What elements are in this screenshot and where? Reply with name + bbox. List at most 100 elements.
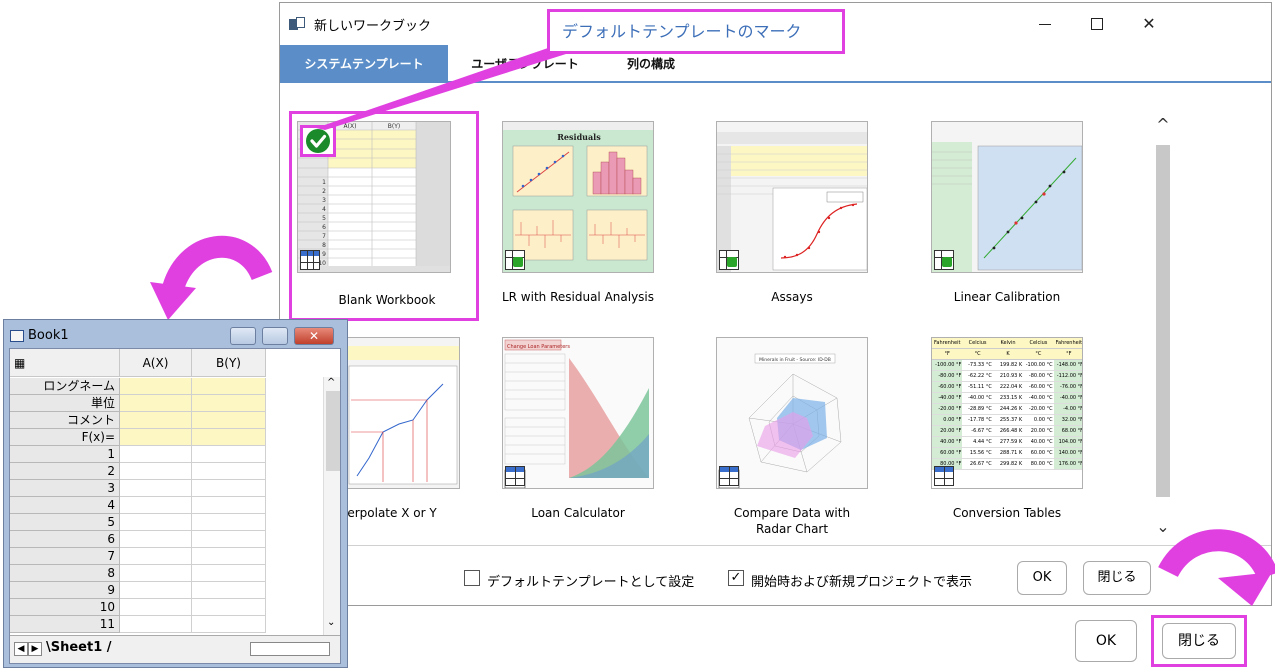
scrollbar-thumb[interactable]	[326, 391, 340, 471]
minimize-button[interactable]	[230, 327, 256, 345]
grid-cell[interactable]	[120, 599, 192, 616]
close-window-button[interactable]: ✕	[1129, 11, 1169, 37]
close-button[interactable]: ✕	[294, 327, 334, 345]
conv-row: -80.00 °F -62.22 °C 210.93 K -80.00 °C -112.…	[932, 371, 1082, 382]
scrollbar-thumb[interactable]	[1156, 145, 1170, 497]
chevron-up-icon[interactable]: ^	[327, 377, 335, 388]
chevron-down-icon[interactable]: ⌄	[327, 617, 335, 628]
grid-cell[interactable]	[192, 429, 266, 446]
column-header-b[interactable]: B(Y)	[192, 349, 266, 377]
conv-cell: -80.00 °C	[1023, 371, 1054, 381]
vertical-scrollbar[interactable]: ^ ⌄	[323, 377, 340, 635]
sheet-tab-bar: ◀ ▶ \Sheet1 /	[10, 635, 340, 663]
row-header[interactable]: 6	[10, 531, 120, 548]
template-radar-chart[interactable]: Minerals in Fruit - Source: ID-DB Compar…	[697, 327, 887, 537]
column-header-a[interactable]: A(X)	[120, 349, 192, 377]
grid-cell[interactable]	[192, 531, 266, 548]
label-row-header[interactable]: コメント	[10, 412, 120, 429]
chevron-up-icon[interactable]: ^	[1155, 117, 1171, 133]
conv-row: -40.00 °F -40.00 °C 233.15 K -40.00 °C -40.0…	[932, 393, 1082, 404]
sheet-tab-sheet1[interactable]: \Sheet1 /	[46, 640, 112, 655]
conv-cell: 210.93 K	[992, 371, 1024, 381]
grid-cell[interactable]	[120, 497, 192, 514]
close-button[interactable]: 閉じる	[1083, 561, 1151, 595]
close-button-zoomed[interactable]: 閉じる	[1162, 623, 1236, 659]
grid-cell[interactable]	[192, 378, 266, 395]
label-row-header[interactable]: 単位	[10, 395, 120, 412]
grid-cell[interactable]	[120, 412, 192, 429]
set-default-checkbox[interactable]	[464, 570, 480, 586]
restore-button[interactable]	[262, 327, 288, 345]
sheet-tab-label: Sheet1	[50, 640, 103, 655]
grid-cell[interactable]	[192, 480, 266, 497]
grid-cell[interactable]	[120, 395, 192, 412]
template-conversion-tables[interactable]: Fahrenheit Celcius Kelvin Celcius Fahren…	[912, 327, 1102, 537]
prev-sheet-icon[interactable]: ◀	[14, 642, 28, 656]
svg-text:1: 1	[322, 179, 326, 186]
locked-workbook-icon	[505, 250, 525, 270]
row-header[interactable]: 4	[10, 497, 120, 514]
horizontal-scrollbar[interactable]	[250, 642, 330, 656]
template-blank-workbook[interactable]: 1234 5678 9 10 A(X) B(Y) Blank Workbook	[289, 111, 479, 321]
row-header[interactable]: 1	[10, 446, 120, 463]
grid-cell[interactable]	[120, 463, 192, 480]
show-on-start-checkbox[interactable]: ✓	[728, 570, 744, 586]
row-header[interactable]: 7	[10, 548, 120, 565]
template-loan-calculator[interactable]: Change Loan Parameters Loan Calculator	[483, 327, 673, 537]
row-header[interactable]: 3	[10, 480, 120, 497]
grid-cell[interactable]	[120, 616, 192, 633]
conv-cell: -40.00 °C	[962, 393, 993, 403]
grid-cell[interactable]	[192, 514, 266, 531]
template-assays[interactable]: Assays	[697, 111, 887, 321]
row-header[interactable]: 11	[10, 616, 120, 633]
grid-cell[interactable]	[192, 565, 266, 582]
corner-cell[interactable]: ▦	[10, 349, 120, 377]
ok-button-zoomed[interactable]: OK	[1075, 620, 1137, 662]
worksheet-grid: ▦ A(X) B(Y) ロングネーム 単位 コメント F(x)= 1 2 3 4 5 6 7 8 9 10…	[9, 348, 341, 664]
conv-cell: -20.00 °C	[1023, 404, 1054, 414]
row-header[interactable]: 10	[10, 599, 120, 616]
workbook-icon	[934, 466, 954, 486]
grid-cell[interactable]	[120, 378, 192, 395]
ok-button[interactable]: OK	[1017, 561, 1067, 595]
label-row-header[interactable]: F(x)=	[10, 429, 120, 446]
label-row-header[interactable]: ロングネーム	[10, 378, 120, 395]
conv-row: -60.00 °F -51.11 °C 222.04 K -60.00 °C -76.0…	[932, 382, 1082, 393]
maximize-button[interactable]	[1077, 11, 1117, 37]
grid-cell[interactable]	[192, 395, 266, 412]
grid-cell[interactable]	[192, 548, 266, 565]
conv-unit: °F	[944, 351, 950, 357]
chevron-down-icon[interactable]: ⌄	[1155, 519, 1171, 535]
grid-cell[interactable]	[120, 514, 192, 531]
template-lr-residual[interactable]: Residuals LR with Residual Analysis	[483, 111, 673, 321]
minimize-button[interactable]	[1025, 11, 1065, 37]
grid-cell[interactable]	[192, 463, 266, 480]
grid-cell[interactable]	[192, 582, 266, 599]
default-template-mark	[300, 125, 336, 157]
grid-cell[interactable]	[192, 599, 266, 616]
grid-cell[interactable]	[192, 412, 266, 429]
conv-unit: K	[1006, 351, 1010, 357]
next-sheet-icon[interactable]: ▶	[28, 642, 42, 656]
row-header[interactable]: 5	[10, 514, 120, 531]
template-linear-calibration[interactable]: Linear Calibration	[912, 111, 1102, 321]
grid-cell[interactable]	[192, 497, 266, 514]
row-header[interactable]: 8	[10, 565, 120, 582]
grid-cell[interactable]	[120, 582, 192, 599]
tab-system-templates[interactable]: システムテンプレート	[280, 45, 448, 83]
lr-residual-preview: Residuals	[503, 122, 653, 272]
grid-cell[interactable]	[120, 429, 192, 446]
row-header[interactable]: 2	[10, 463, 120, 480]
grid-cell[interactable]	[120, 565, 192, 582]
conv-cell: -60.00 °F	[932, 382, 963, 392]
conv-header: Celcius	[1029, 340, 1048, 346]
grid-cell[interactable]	[120, 531, 192, 548]
grid-cell[interactable]	[192, 446, 266, 463]
grid-cell[interactable]	[192, 616, 266, 633]
grid-cell[interactable]	[120, 548, 192, 565]
svg-text:A(X): A(X)	[344, 123, 357, 130]
gallery-scrollbar[interactable]: ^ ⌄	[1152, 101, 1174, 543]
row-header[interactable]: 9	[10, 582, 120, 599]
grid-cell[interactable]	[120, 446, 192, 463]
grid-cell[interactable]	[120, 480, 192, 497]
